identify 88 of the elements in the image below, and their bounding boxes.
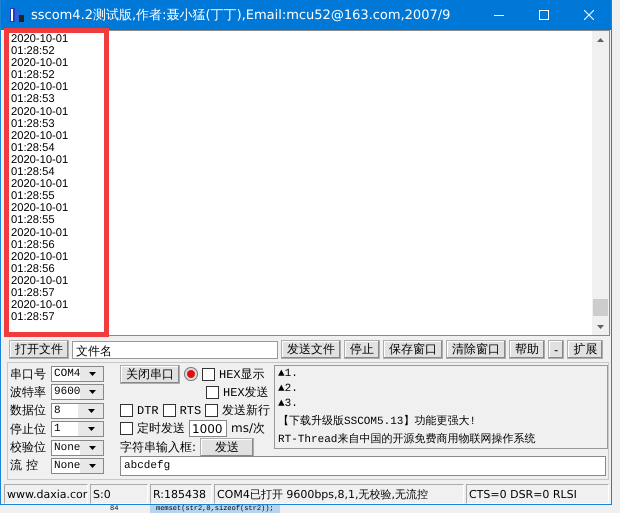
close-icon [584, 10, 594, 20]
maximize-icon [538, 10, 548, 20]
dropdown-arrow-icon [89, 446, 96, 450]
window-title: sscom4.2测试版,作者:聂小猛(丁丁),Email:mcu52@163.com,2007/9 [31, 7, 452, 24]
received-line: 2020-10-01 [11, 154, 70, 166]
scroll-up-icon [597, 38, 604, 42]
setting-label: 校验位 [10, 439, 47, 456]
toolbar-button[interactable]: 保存窗口 [383, 340, 443, 359]
info-line: 【下载升级版SSCOM5.13】功能更强大! [278, 414, 478, 428]
received-line: 01:28:54 [11, 142, 56, 154]
received-line: 01:28:56 [11, 238, 56, 251]
received-line: 2020-10-01 [11, 299, 70, 312]
received-line: 01:28:52 [11, 69, 56, 82]
dropdown[interactable]: COM4 [51, 366, 104, 382]
file-name-field[interactable]: 文件名 [72, 340, 278, 358]
toolbar-button[interactable]: 清除窗口 [446, 340, 506, 359]
status-field: S:0 [90, 484, 148, 504]
setting-label: 数据位 [10, 402, 47, 420]
checkbox-label: 定时发送 [137, 421, 185, 437]
received-line: 01:28:52 [11, 45, 56, 58]
received-line: 2020-10-01 [11, 33, 70, 46]
received-line: 2020-10-01 [11, 226, 70, 239]
checkbox[interactable] [202, 368, 215, 380]
info-line: ▲2. [278, 383, 299, 395]
toolbar-button[interactable]: 发送文件 [281, 340, 341, 359]
setting-label: 串口号 [10, 366, 47, 382]
toolbar-button[interactable]: - [548, 340, 564, 359]
received-line: 01:28:56 [11, 262, 56, 275]
dropdown[interactable]: None [51, 440, 104, 456]
interval-unit: ms/次 [231, 420, 265, 437]
status-field: R:185438 [150, 484, 212, 504]
dropdown-arrow-icon [89, 464, 96, 468]
checkbox-label: HEX显示 [219, 366, 265, 382]
status-field: www.daxia.cor [4, 484, 88, 504]
send-input-field[interactable]: abcdefg [120, 456, 606, 476]
dropdown[interactable]: None [51, 458, 104, 474]
open-file-button[interactable]: 打开文件 [9, 340, 69, 359]
status-field: CTS=0 DSR=0 RLSI [466, 484, 609, 504]
send-button[interactable]: 发送 [200, 438, 254, 456]
received-line: 01:28:57 [11, 286, 56, 300]
interval-field[interactable]: 1000 [189, 420, 227, 437]
received-line: 2020-10-01 [11, 106, 70, 118]
checkbox-label: DTR [137, 404, 159, 418]
app-icon [9, 7, 25, 23]
dropdown-arrow-icon [88, 408, 95, 413]
dropdown-arrow-icon [88, 427, 95, 432]
received-line: 01:28:55 [11, 190, 56, 202]
received-line: 2020-10-01 [11, 202, 70, 214]
received-line: 01:28:54 [11, 166, 56, 178]
checkbox-label: 发送新行 [222, 403, 270, 419]
dropdown-arrow-icon [89, 372, 96, 376]
received-line: 2020-10-01 [11, 178, 70, 190]
info-line: ▲1. [278, 368, 299, 380]
minimize-icon [494, 14, 504, 16]
scrollbar-thumb[interactable] [593, 299, 608, 316]
dropdown[interactable]: 1 [51, 421, 104, 438]
checkbox[interactable] [162, 404, 176, 417]
checkbox[interactable] [206, 386, 219, 399]
setting-label: 停止位 [10, 420, 47, 438]
scrollbar[interactable] [592, 31, 609, 335]
info-line: ▲3. [278, 398, 299, 410]
received-line: 01:28:53 [11, 93, 56, 106]
received-line: 2020-10-01 [11, 250, 70, 263]
status-field: COM4已打开 9600bps,8,1,无校验,无流控 [214, 484, 464, 504]
received-line: 2020-10-01 [11, 57, 70, 70]
received-line: 2020-10-01 [11, 274, 70, 287]
checkbox-label: RTS [180, 404, 202, 418]
received-line: 01:28:53 [11, 118, 56, 130]
checkbox[interactable] [205, 404, 218, 417]
info-line: RT-Thread来自中国的开源免费商用物联网操作系统 [278, 432, 536, 446]
string-input-label: 字符串输入框: [120, 438, 196, 456]
setting-label: 流 控 [10, 457, 39, 474]
received-line: 01:28:57 [11, 311, 56, 324]
checkbox-label: HEX发送 [223, 385, 269, 401]
setting-label: 波特率 [10, 384, 47, 401]
dropdown[interactable]: 9600 [51, 384, 104, 400]
received-line: 01:28:55 [11, 214, 56, 226]
toolbar-button[interactable]: 帮助 [509, 340, 545, 359]
dropdown[interactable]: 8 [51, 402, 104, 419]
toolbar-button[interactable]: 停止 [344, 340, 380, 359]
toolbar-button[interactable]: 扩展 [567, 340, 604, 359]
scroll-down-icon [597, 324, 604, 328]
checkbox[interactable] [120, 404, 133, 417]
dropdown-arrow-icon [89, 390, 96, 394]
checkbox[interactable] [120, 422, 133, 435]
received-line: 2020-10-01 [11, 81, 70, 94]
received-line: 2020-10-01 [11, 130, 70, 142]
close-port-button[interactable]: 关闭串口 [120, 364, 180, 384]
